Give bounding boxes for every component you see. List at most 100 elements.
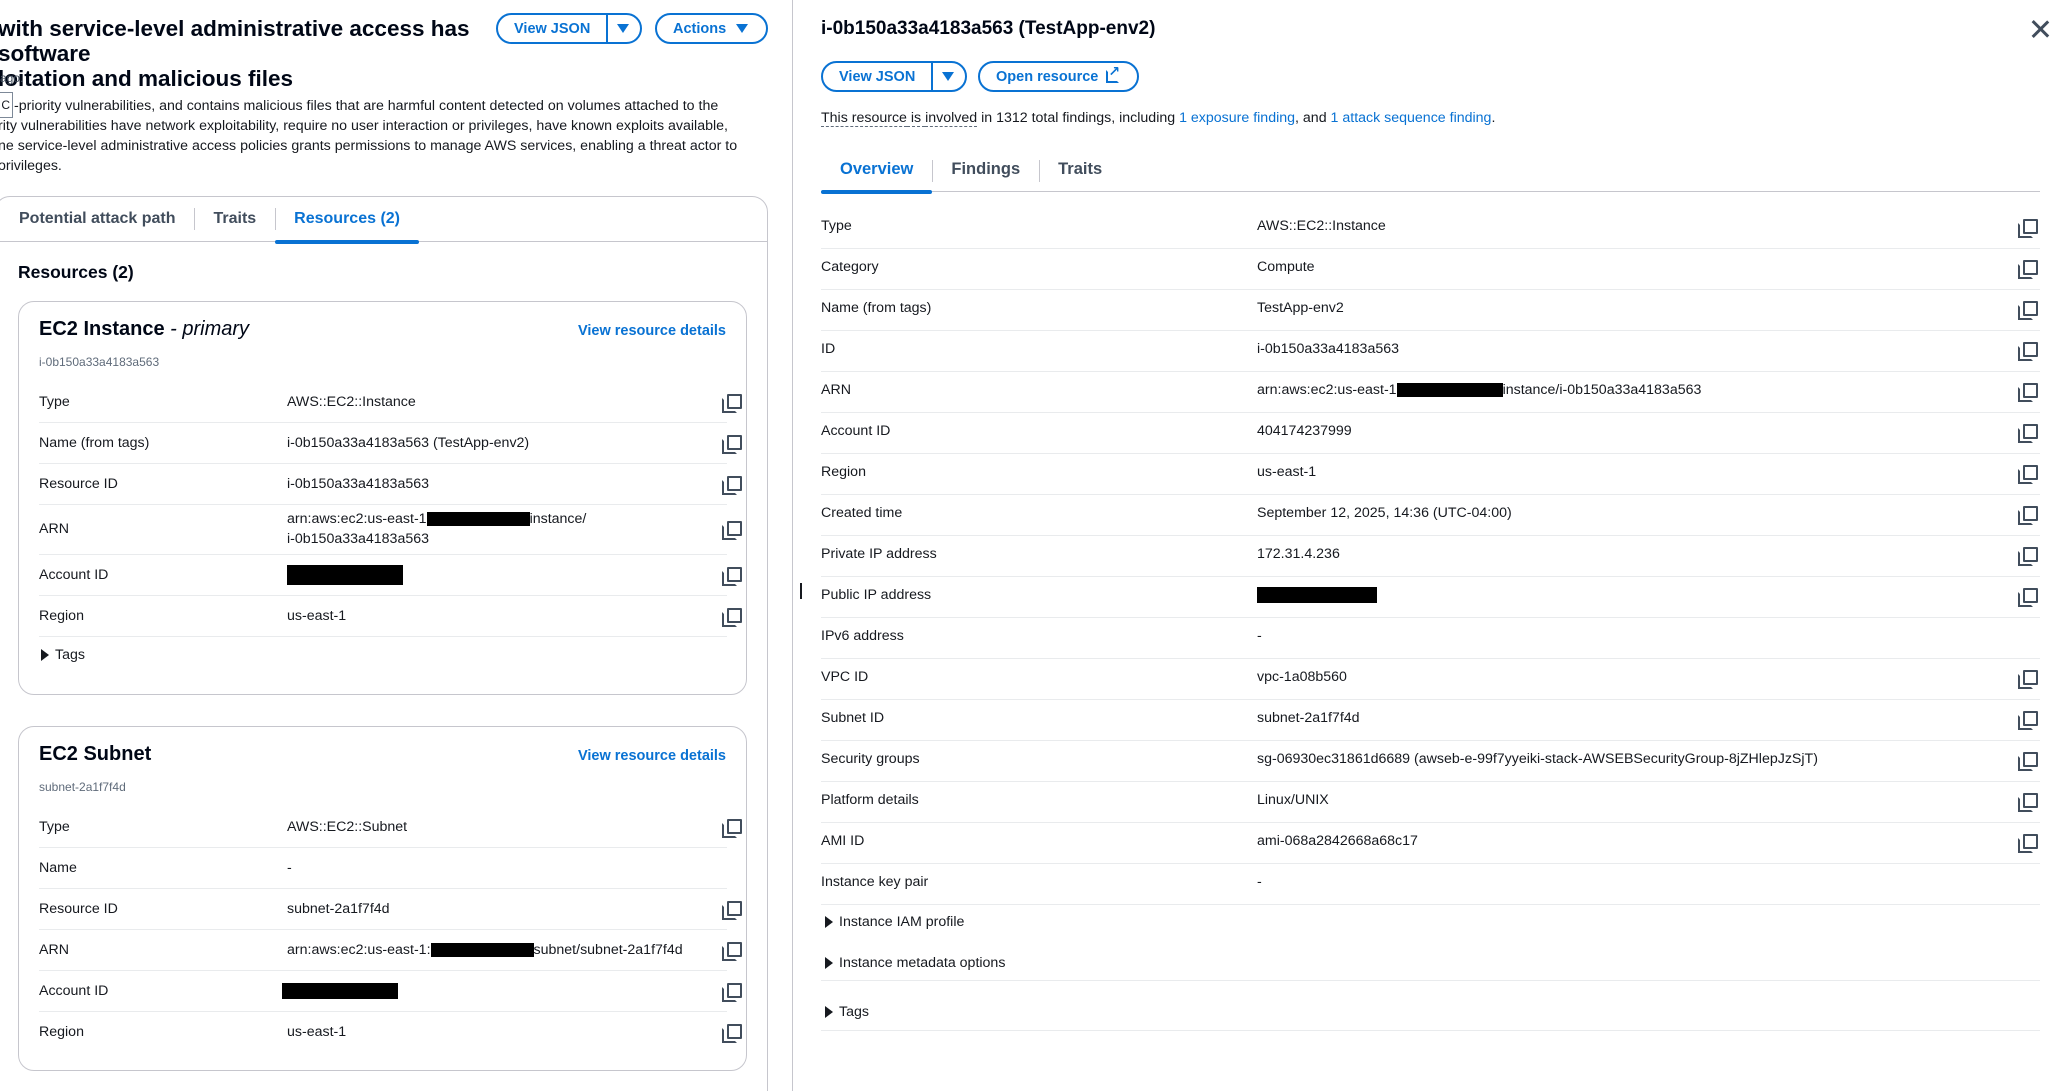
open-resource-label: Open resource <box>996 68 1099 85</box>
row-label: Type <box>39 394 70 410</box>
row-label: Name (from tags) <box>821 300 932 316</box>
row-value: subnet-2a1f7f4d <box>287 901 390 917</box>
expander-toggle[interactable]: Tags <box>825 1004 869 1020</box>
view-json-split-button[interactable]: View JSON <box>821 61 967 92</box>
tab-traits[interactable]: Traits <box>194 196 275 242</box>
view-json-split-button[interactable]: View JSON <box>496 13 642 44</box>
row-label: Resource ID <box>39 476 118 492</box>
copy-icon[interactable] <box>2018 670 2038 689</box>
involve-text: in 1312 total findings, including <box>977 110 1180 126</box>
copy-icon[interactable] <box>2018 834 2038 853</box>
copy-icon[interactable] <box>722 983 742 1002</box>
copy-icon[interactable] <box>722 819 742 838</box>
row-value: arn:aws:ec2:us-east-1 instance/ i-0b150a3… <box>287 509 586 549</box>
tab-resources[interactable]: Resources (2) <box>275 196 419 244</box>
arn-suffix: instance/i-0b150a33a4183a563 <box>1502 382 1702 398</box>
tab-potential-attack-path[interactable]: Potential attack path <box>0 196 194 242</box>
copy-icon[interactable] <box>2018 260 2038 279</box>
expander-toggle[interactable]: Instance metadata options <box>825 955 1005 971</box>
detail-row-account-id: Account ID <box>39 971 742 1012</box>
row-label: Category <box>821 259 879 275</box>
card-title-text: EC2 Instance <box>39 318 165 340</box>
copy-icon[interactable] <box>2018 424 2038 443</box>
copy-icon[interactable] <box>722 521 742 540</box>
copy-icon[interactable] <box>2018 547 2038 566</box>
copy-icon[interactable] <box>722 394 742 413</box>
row-value: subnet-2a1f7f4d <box>1257 710 1360 726</box>
detail-row-region: Region us-east-1 <box>39 596 742 637</box>
copy-icon[interactable] <box>722 1024 742 1043</box>
detail-row-arn: ARN arn:aws:ec2:us-east-1 instance/ i-0b1… <box>39 505 742 555</box>
copy-icon[interactable] <box>2018 752 2038 771</box>
expander-instance-iam-profile[interactable]: Instance IAM profile <box>821 904 2040 945</box>
copy-icon[interactable] <box>2018 219 2038 238</box>
resource-detail-panel: i-0b150a33a4183a563 (TestApp-env2) View … <box>793 0 2071 1091</box>
row-value: AWS::EC2::Subnet <box>287 819 408 835</box>
row-label: Account ID <box>39 983 109 999</box>
overview-row-category: Category Compute <box>821 249 2040 290</box>
card-title: EC2 Subnet <box>39 743 152 765</box>
row-value: - <box>287 860 292 876</box>
expander-label: Instance metadata options <box>839 955 1006 971</box>
redacted-block <box>1396 383 1503 398</box>
tags-expander[interactable]: Tags <box>41 647 85 663</box>
attack-sequence-finding-link[interactable]: 1 attack sequence finding <box>1331 110 1492 126</box>
copy-icon[interactable] <box>2018 342 2038 361</box>
tab-findings[interactable]: Findings <box>932 148 1039 192</box>
copy-icon[interactable] <box>2018 465 2038 484</box>
copy-icon[interactable] <box>2018 383 2038 402</box>
row-label: Type <box>821 218 852 234</box>
view-json-dropdown[interactable] <box>931 63 963 90</box>
overview-row-ami-id: AMI ID ami-068a2842668a68c17 <box>821 823 2040 864</box>
detail-row-account-id: Account ID <box>39 555 742 596</box>
copy-icon[interactable] <box>2018 711 2038 730</box>
copy-icon[interactable] <box>722 567 742 586</box>
expander-tags[interactable]: Tags <box>821 994 2040 1031</box>
row-label: Instance key pair <box>821 874 929 890</box>
copy-icon[interactable] <box>2018 301 2038 320</box>
copy-icon[interactable] <box>722 435 742 454</box>
row-label: Subnet ID <box>821 710 885 726</box>
row-value: i-0b150a33a4183a563 <box>287 476 430 492</box>
row-value: arn:aws:ec2:us-east-1: subnet/subnet-2a1f… <box>287 940 683 960</box>
overview-row-instance-key-pair: Instance key pair - <box>821 864 2040 905</box>
arn-suffix: instance/ <box>529 511 587 527</box>
overview-row-vpc-id: VPC ID vpc-1a08b560 <box>821 659 2040 700</box>
copy-icon[interactable] <box>722 942 742 961</box>
detail-row-arn: ARN arn:aws:ec2:us-east-1: subnet/subnet-… <box>39 930 742 971</box>
finding-detail-pane: with service-level administrative access… <box>0 0 792 1091</box>
expander-toggle[interactable]: Instance IAM profile <box>825 914 964 930</box>
description-line: rity vulnerabilities have network exploi… <box>0 118 728 134</box>
exposure-finding-link[interactable]: 1 exposure finding <box>1179 110 1295 126</box>
card-subtitle: subnet-2a1f7f4d <box>39 780 126 794</box>
view-json-button[interactable]: View JSON <box>498 21 606 37</box>
view-json-button[interactable]: View JSON <box>823 69 931 85</box>
tab-overview[interactable]: Overview <box>821 148 933 194</box>
resource-tabs: Overview Findings Traits <box>821 148 2040 194</box>
overview-row-name-from-tags: Name (from tags) TestApp-env2 <box>821 290 2040 331</box>
expander-instance-metadata-options[interactable]: Instance metadata options <box>821 945 2040 981</box>
view-resource-details-link[interactable]: View resource details <box>578 323 726 339</box>
tab-traits[interactable]: Traits <box>1039 148 1121 192</box>
view-resource-details-link[interactable]: View resource details <box>578 748 726 764</box>
row-value <box>1257 587 1377 604</box>
copy-icon[interactable] <box>2018 793 2038 812</box>
arn-line2: i-0b150a33a4183a563 <box>287 531 430 547</box>
copy-icon[interactable] <box>722 608 742 627</box>
row-value: - <box>1257 874 1262 890</box>
open-resource-button[interactable]: Open resource <box>978 61 1139 92</box>
row-label: AMI ID <box>821 833 865 849</box>
caret-right-icon <box>825 957 833 969</box>
close-icon[interactable] <box>2031 20 2049 38</box>
copy-icon[interactable] <box>2018 588 2038 607</box>
copy-icon[interactable] <box>2018 506 2038 525</box>
copy-icon[interactable] <box>722 476 742 495</box>
actions-label: Actions <box>673 20 727 37</box>
row-value: AWS::EC2::Instance <box>1257 218 1386 234</box>
view-json-dropdown[interactable] <box>606 15 638 42</box>
actions-button[interactable]: Actions <box>655 13 768 44</box>
row-value: TestApp-env2 <box>1257 300 1344 316</box>
description-line: ne service-level administrative access p… <box>0 138 738 154</box>
caret-right-icon <box>825 1006 833 1018</box>
copy-icon[interactable] <box>722 901 742 920</box>
